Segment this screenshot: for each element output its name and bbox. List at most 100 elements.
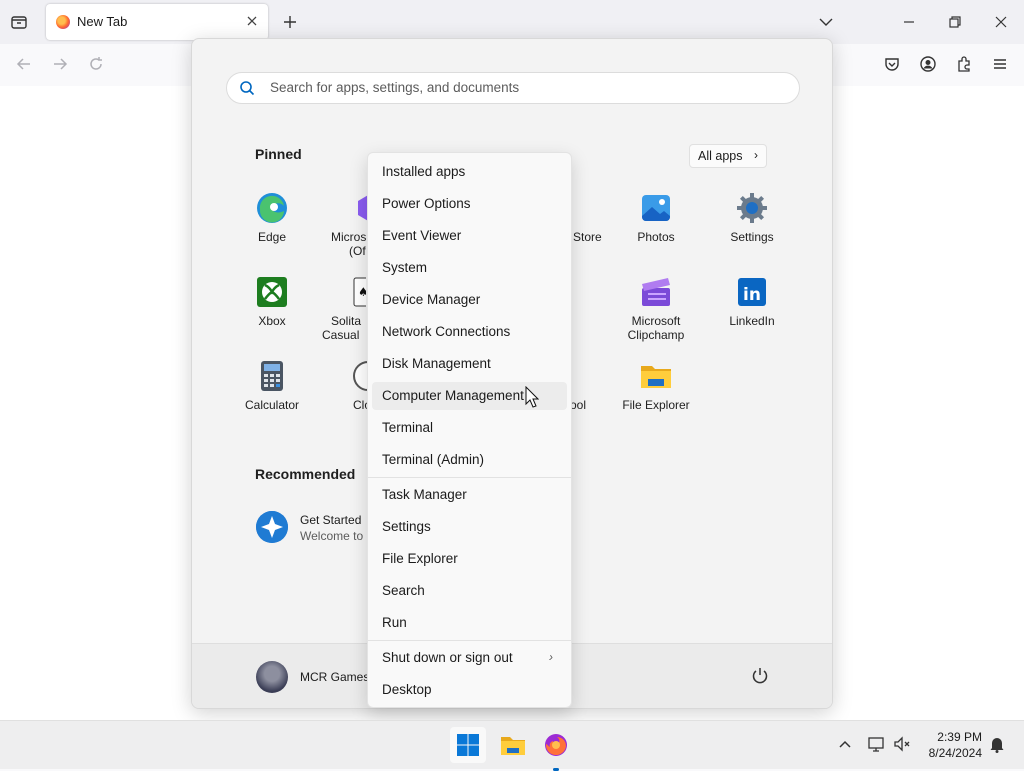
chevron-up-icon[interactable] [835, 734, 855, 754]
calculator-icon [256, 360, 288, 392]
recommended-heading: Recommended [255, 466, 356, 482]
start-button[interactable] [450, 727, 486, 763]
menu-item-installed-apps[interactable]: Installed apps [372, 158, 567, 186]
tab-list-icon[interactable] [9, 12, 29, 32]
browser-tab[interactable]: New Tab [46, 4, 268, 40]
menu-item-run[interactable]: Run [372, 609, 567, 637]
menu-item-label: System [382, 260, 428, 275]
menu-item-search[interactable]: Search [372, 577, 567, 605]
new-tab-icon[interactable] [280, 12, 300, 32]
menu-item-disk-management[interactable]: Disk Management [372, 350, 567, 378]
pinned-heading: Pinned [255, 146, 302, 162]
app-label: Photos [637, 230, 675, 244]
power-user-context-menu: Installed apps Power Options Event Viewe… [367, 152, 572, 708]
menu-item-label: Computer Management [382, 388, 524, 403]
menu-item-system[interactable]: System [372, 254, 567, 282]
menu-item-label: Terminal (Admin) [382, 452, 485, 467]
menu-item-label: Installed apps [382, 164, 466, 179]
avatar[interactable] [256, 661, 288, 693]
app-label: Xbox [258, 314, 286, 328]
menu-item-label: Run [382, 615, 407, 630]
taskbar: 2:39 PM 8/24/2024 [0, 720, 1024, 771]
menu-item-label: Device Manager [382, 292, 481, 307]
menu-item-settings[interactable]: Settings [372, 513, 567, 541]
reload-icon[interactable] [86, 54, 106, 74]
pinned-app-clipchamp[interactable]: Microsoft Clipchamp [616, 276, 696, 342]
menu-item-label: Desktop [382, 682, 432, 697]
menu-item-label: File Explorer [382, 551, 458, 566]
network-icon[interactable] [867, 734, 887, 754]
close-tab-icon[interactable] [244, 13, 260, 29]
file-explorer-icon [640, 360, 672, 392]
start-icon [457, 734, 479, 756]
menu-item-terminal[interactable]: Terminal [372, 414, 567, 442]
firefox-icon [545, 734, 567, 756]
menu-item-task-manager[interactable]: Task Manager [372, 481, 567, 509]
account-icon[interactable] [918, 54, 938, 74]
start-search-input[interactable]: Search for apps, settings, and documents [226, 72, 800, 104]
pinned-app-edge[interactable]: Edge [232, 192, 312, 244]
chevron-right-icon: › [754, 148, 758, 162]
firefox-tab-icon [56, 15, 70, 29]
menu-item-shut-down[interactable]: Shut down or sign out › [372, 644, 567, 672]
svg-text:♠: ♠ [358, 285, 366, 299]
pinned-app-file-explorer[interactable]: File Explorer [616, 360, 696, 412]
get-started-icon [256, 511, 288, 543]
taskbar-file-explorer[interactable] [495, 727, 531, 763]
xbox-icon [256, 276, 288, 308]
forward-icon[interactable] [50, 54, 70, 74]
office-icon [354, 192, 368, 224]
app-label: Settings [730, 230, 774, 244]
user-name[interactable]: MCR Games [300, 670, 369, 684]
recommended-title: Get Started [300, 513, 362, 527]
svg-text:in: in [743, 285, 761, 305]
recommended-subtitle: Welcome to [300, 529, 364, 543]
app-label: Edge [257, 230, 287, 244]
search-placeholder: Search for apps, settings, and documents [270, 80, 520, 95]
power-icon[interactable] [750, 666, 770, 686]
pinned-app-photos[interactable]: Photos [616, 192, 696, 244]
menu-item-network-connections[interactable]: Network Connections [372, 318, 567, 346]
minimize-icon[interactable] [899, 12, 919, 32]
solitaire-icon: ♠ [352, 276, 366, 308]
pinned-app-xbox[interactable]: Xbox [232, 276, 312, 328]
all-apps-button[interactable]: All apps › [689, 144, 767, 168]
menu-item-terminal-admin[interactable]: Terminal (Admin) [372, 446, 567, 474]
all-apps-label: All apps [698, 149, 743, 163]
pinned-app-settings[interactable]: Settings [712, 192, 792, 244]
pinned-app-calculator[interactable]: Calculator [232, 360, 312, 412]
list-all-tabs-icon[interactable] [816, 12, 836, 32]
clock-icon [352, 360, 368, 392]
menu-item-label: Search [382, 583, 425, 598]
app-label: LinkedIn [729, 314, 775, 328]
menu-icon[interactable] [990, 54, 1010, 74]
menu-item-label: Event Viewer [382, 228, 462, 243]
extensions-icon[interactable] [954, 54, 974, 74]
edge-icon [256, 192, 288, 224]
taskbar-firefox[interactable] [538, 727, 574, 771]
notifications-icon[interactable] [987, 734, 1007, 754]
clipchamp-icon [640, 276, 672, 308]
chevron-right-icon: › [549, 650, 553, 664]
settings-icon [736, 192, 768, 224]
menu-item-file-explorer[interactable]: File Explorer [372, 545, 567, 573]
menu-item-label: Network Connections [382, 324, 511, 339]
restore-icon[interactable] [945, 12, 965, 32]
clock-date: 8/24/2024 [928, 746, 982, 760]
clock[interactable]: 2:39 PM 8/24/2024 [920, 729, 982, 761]
menu-item-desktop[interactable]: Desktop [372, 676, 567, 704]
volume-muted-icon[interactable] [892, 734, 912, 754]
pocket-icon[interactable] [882, 54, 902, 74]
back-icon[interactable] [14, 54, 34, 74]
close-window-icon[interactable] [991, 12, 1011, 32]
menu-divider [368, 477, 571, 478]
menu-item-label: Disk Management [382, 356, 491, 371]
linkedin-icon: in [736, 276, 768, 308]
menu-item-device-manager[interactable]: Device Manager [372, 286, 567, 314]
pinned-app-linkedin[interactable]: in LinkedIn [712, 276, 792, 328]
menu-item-label: Shut down or sign out [382, 650, 513, 665]
menu-item-event-viewer[interactable]: Event Viewer [372, 222, 567, 250]
menu-item-power-options[interactable]: Power Options [372, 190, 567, 218]
menu-item-label: Terminal [382, 420, 434, 435]
menu-item-label: Power Options [382, 196, 471, 211]
